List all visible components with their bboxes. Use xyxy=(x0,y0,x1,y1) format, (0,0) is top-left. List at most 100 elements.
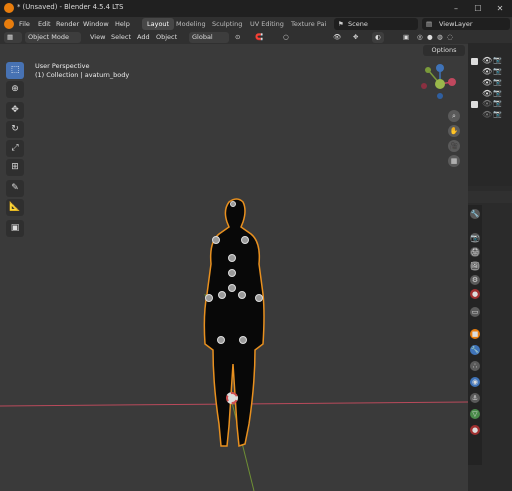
menu-render[interactable]: Render xyxy=(56,17,79,31)
xray-icon[interactable]: ▣ xyxy=(400,32,412,43)
data-properties-icon[interactable]: ▽ xyxy=(470,409,480,419)
eye-icon[interactable]: 👁 xyxy=(482,67,492,76)
bone-joint xyxy=(238,291,246,299)
tool-annotate[interactable]: ✎ xyxy=(6,180,24,197)
mode-label: Object Mode xyxy=(28,33,69,41)
overlay-icon[interactable]: ◐ xyxy=(372,32,384,43)
tab-uv-editing[interactable]: UV Editing xyxy=(245,18,289,30)
camera-icon[interactable]: 📷 xyxy=(493,89,502,97)
constraints-properties-icon[interactable]: ⚓ xyxy=(470,393,480,403)
snap-icon[interactable]: 🧲 xyxy=(252,32,266,43)
pan-hand-icon[interactable]: ✋ xyxy=(448,125,460,137)
eye-icon[interactable]: 👁 xyxy=(482,56,492,65)
camera-view-icon[interactable]: 🎥 xyxy=(448,140,460,152)
eye-icon[interactable]: 👁 xyxy=(482,78,492,87)
camera-icon[interactable]: 📷 xyxy=(493,110,502,118)
scene-properties-icon[interactable]: ⚙ xyxy=(470,275,480,285)
editor-type-button[interactable]: ▦ xyxy=(4,32,22,43)
3d-viewport[interactable]: Options User Perspective (1) Collection … xyxy=(0,44,468,491)
world-properties-icon[interactable]: ● xyxy=(470,289,480,299)
transform-orientation-dropdown[interactable]: Global xyxy=(189,32,229,43)
tab-sculpting[interactable]: Sculpting xyxy=(207,18,247,30)
tool-add-cube[interactable]: ▣ xyxy=(6,220,24,237)
tool-scale[interactable]: ⤢ xyxy=(6,140,24,157)
zoom-icon[interactable]: ⌕ xyxy=(448,110,460,122)
proportional-edit-icon[interactable]: ○ xyxy=(280,32,292,43)
bone-joint xyxy=(241,236,249,244)
tool-cursor[interactable]: ⊕ xyxy=(6,81,24,98)
right-panels: 👁 📷 👁 📷 👁 📷 👁 📷 👁 📷 👁 📷 🔧 📷 🖨 🖼 ⚙ ● ▭ ■ … xyxy=(468,31,512,491)
options-button[interactable]: Options xyxy=(423,45,465,56)
checkbox-icon[interactable] xyxy=(471,58,478,65)
particles-properties-icon[interactable]: ∴ xyxy=(470,361,480,371)
menu-window[interactable]: Window xyxy=(83,17,109,31)
pivot-icon[interactable]: ⊙ xyxy=(232,32,243,43)
bone-joint xyxy=(228,254,236,262)
checkbox-icon[interactable] xyxy=(471,101,478,108)
3d-cursor-icon xyxy=(226,392,238,404)
close-button[interactable]: ✕ xyxy=(489,0,511,17)
camera-icon[interactable]: 📷 xyxy=(493,56,502,64)
collection-label: (1) Collection | avaturn_body xyxy=(35,71,130,79)
modifier-properties-icon[interactable]: 🔧 xyxy=(470,345,480,355)
menu-add[interactable]: Add xyxy=(134,32,153,43)
options-label: Options xyxy=(431,46,457,54)
scene-selector[interactable]: ⚑ Scene xyxy=(334,18,418,30)
menu-bar: File Edit Render Window Help Layout Mode… xyxy=(0,17,512,31)
eye-icon[interactable]: 👁 xyxy=(482,89,492,98)
camera-icon[interactable]: 📷 xyxy=(493,99,502,107)
gizmo-icon[interactable]: ✥ xyxy=(350,32,361,43)
menu-edit[interactable]: Edit xyxy=(38,17,51,31)
output-properties-icon[interactable]: 🖨 xyxy=(470,247,480,257)
menu-select[interactable]: Select xyxy=(108,32,134,43)
camera-icon[interactable]: 📷 xyxy=(493,78,502,86)
material-properties-icon[interactable]: ● xyxy=(470,425,480,435)
tool-measure[interactable]: 📐 xyxy=(6,199,24,216)
bone-joint xyxy=(255,294,263,302)
properties-tabs: 🔧 📷 🖨 🖼 ⚙ ● ▭ ■ 🔧 ∴ ◉ ⚓ ▽ ● xyxy=(468,205,482,465)
navigation-gizmo[interactable] xyxy=(414,62,458,106)
blender-logo-icon xyxy=(4,3,14,13)
avatar-model[interactable] xyxy=(195,194,275,454)
tool-move[interactable]: ✥ xyxy=(6,102,24,119)
visibility-icon[interactable]: 👁 xyxy=(330,32,344,43)
maximize-button[interactable]: ☐ xyxy=(467,0,489,17)
tool-rotate[interactable]: ↻ xyxy=(6,121,24,138)
origin-point xyxy=(230,201,236,207)
shading-rendered-icon[interactable]: ◌ xyxy=(444,32,456,43)
bone-joint xyxy=(212,236,220,244)
eye-icon[interactable]: 👁 xyxy=(482,110,492,119)
outliner[interactable]: 👁 📷 👁 📷 👁 📷 👁 📷 👁 📷 👁 📷 xyxy=(468,31,512,186)
bone-joint xyxy=(205,294,213,302)
blender-menu-icon[interactable] xyxy=(4,19,14,29)
scene-icon: ⚑ xyxy=(338,20,344,28)
physics-properties-icon[interactable]: ◉ xyxy=(470,377,480,387)
collection-properties-icon[interactable]: ▭ xyxy=(470,307,480,317)
minimize-button[interactable]: – xyxy=(445,0,467,17)
render-properties-icon[interactable]: 📷 xyxy=(470,233,480,243)
tool-select-box[interactable]: ⬚ xyxy=(6,62,24,79)
tab-texture-paint[interactable]: Texture Pai xyxy=(286,18,331,30)
tab-layout[interactable]: Layout xyxy=(142,18,175,30)
menu-help[interactable]: Help xyxy=(115,17,130,31)
view-layer-properties-icon[interactable]: 🖼 xyxy=(470,261,480,271)
camera-icon[interactable]: 📷 xyxy=(493,67,502,75)
viewport-header: ▦ Object Mode View Select Add Object Glo… xyxy=(0,31,468,44)
view-layer-selector[interactable]: ▤ ViewLayer xyxy=(422,18,510,30)
tool-properties-icon[interactable]: 🔧 xyxy=(470,209,480,219)
tab-modeling[interactable]: Modeling xyxy=(171,18,211,30)
window-title: * (Unsaved) - Blender 4.5.4 LTS xyxy=(17,3,124,11)
bone-joint xyxy=(228,284,236,292)
menu-view[interactable]: View xyxy=(87,32,108,43)
tool-transform[interactable]: ⊞ xyxy=(6,159,24,176)
eye-icon[interactable]: 👁 xyxy=(482,99,492,108)
perspective-toggle-icon[interactable]: ▦ xyxy=(448,155,460,167)
bone-joint xyxy=(228,269,236,277)
object-properties-icon[interactable]: ■ xyxy=(470,329,480,339)
bone-joint xyxy=(239,336,247,344)
mode-dropdown[interactable]: Object Mode xyxy=(25,32,81,43)
perspective-label: User Perspective xyxy=(35,62,90,70)
menu-object[interactable]: Object xyxy=(153,32,180,43)
menu-file[interactable]: File xyxy=(19,17,30,31)
transform-orientation-label: Global xyxy=(192,33,213,41)
